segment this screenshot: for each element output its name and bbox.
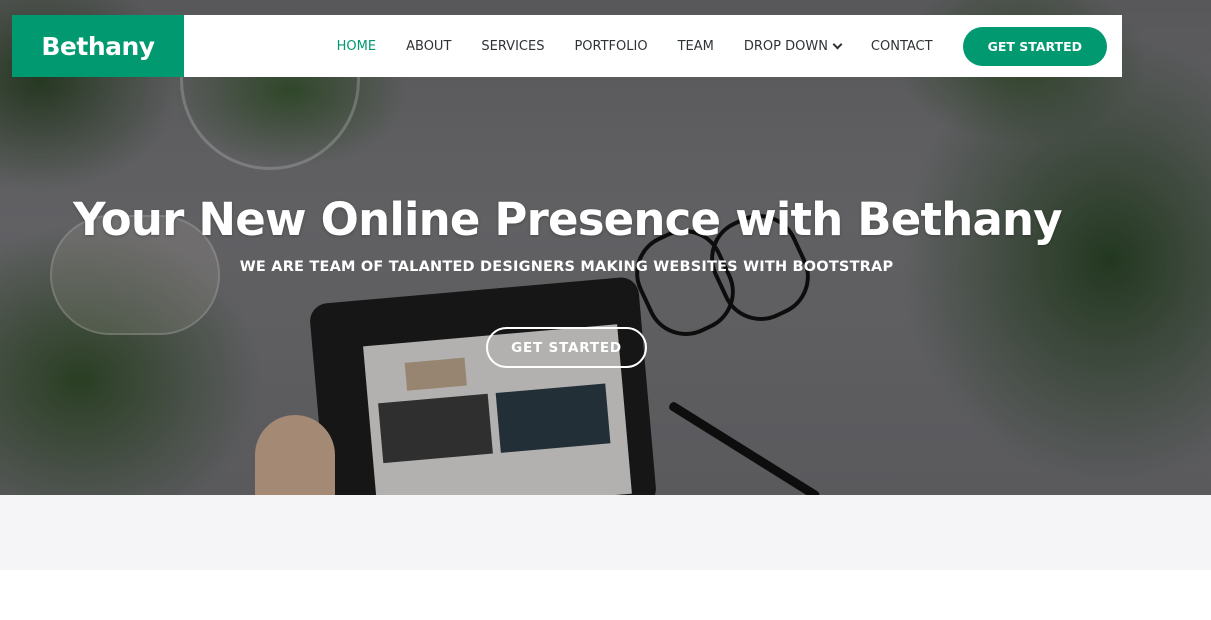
nav-item-dropdown-label: DROP DOWN [743,38,828,54]
hero-title: Your New Online Presence with Bethany [73,193,1062,246]
nav-item-home[interactable]: HOME [337,39,376,54]
main-nav: HOME ABOUT SERVICES PORTFOLIO TEAM DROP … [184,15,1122,77]
nav-item-portfolio[interactable]: PORTFOLIO [574,39,647,54]
nav-item-about[interactable]: ABOUT [406,39,451,54]
nav-item-contact[interactable]: CONTACT [871,39,933,54]
get-started-button[interactable]: GET STARTED [962,26,1107,66]
nav-item-dropdown[interactable]: DROP DOWN [743,38,843,54]
logo-text: Bethany [41,31,155,61]
nav-item-services[interactable]: SERVICES [481,39,544,54]
logo[interactable]: Bethany [12,15,184,77]
hero-get-started-button[interactable]: GET STARTED [486,327,647,368]
chevron-down-icon [832,39,843,49]
content-section [0,570,1211,620]
site-header: Bethany HOME ABOUT SERVICES PORTFOLIO TE… [12,15,1122,77]
gray-section [0,495,1211,570]
hero-subtitle: WE ARE TEAM OF TALANTED DESIGNERS MAKING… [239,259,894,275]
nav-item-team[interactable]: TEAM [678,39,714,54]
